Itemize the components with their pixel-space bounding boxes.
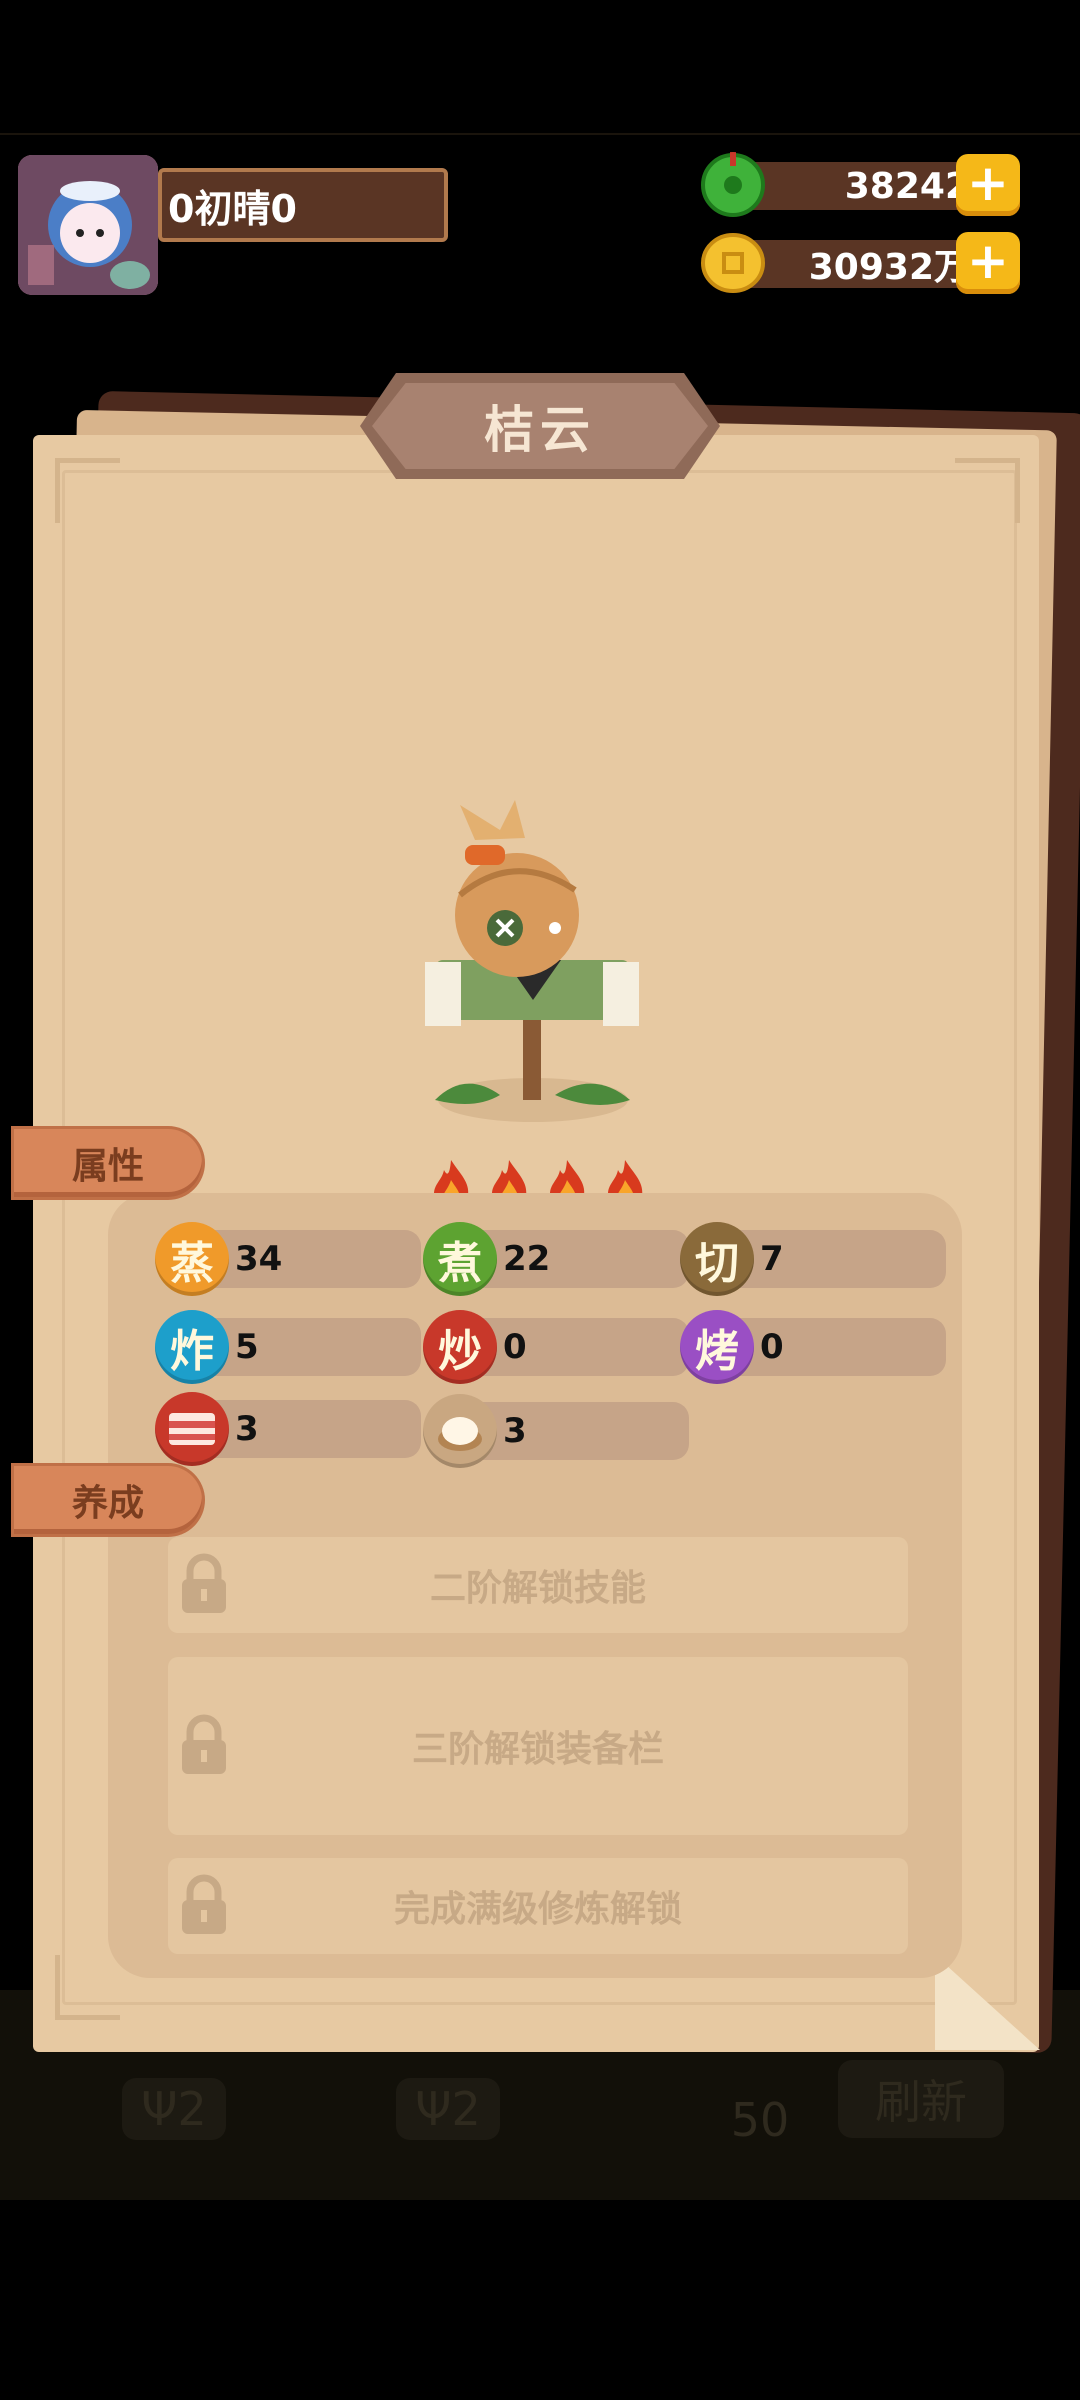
corner-ornament-tr	[955, 458, 1020, 523]
bg-refresh-cost: 50	[730, 2093, 790, 2147]
bg-refresh-button: 刷新	[838, 2060, 1004, 2138]
tab-cultivation[interactable]: 养成	[14, 1466, 202, 1534]
jade-currency: 38242 +	[700, 152, 1020, 217]
player-name: 0初晴0	[158, 168, 448, 242]
lock-skill-label: 二阶解锁技能	[429, 1568, 646, 1609]
character-name: 桔云	[372, 383, 708, 469]
locked-skill-slot: 二阶解锁技能	[168, 1537, 908, 1633]
stat-meat-value: 3	[235, 1409, 259, 1449]
top-divider	[0, 133, 1080, 135]
jade-icon	[701, 152, 765, 217]
bg-cost-b: Ψ2	[396, 2078, 500, 2140]
steam-icon: 蒸	[155, 1222, 229, 1296]
stat-stirfry-value: 0	[503, 1327, 527, 1367]
bg-cost-b-value: 2	[451, 2082, 481, 2136]
bg-cost-a-value: 2	[177, 2082, 207, 2136]
lock-training-label: 完成满级修炼解锁	[393, 1889, 682, 1930]
add-coins-button[interactable]: +	[956, 232, 1020, 294]
stat-boil-value: 22	[503, 1239, 551, 1279]
page-curl	[935, 1955, 1040, 2050]
tab-attributes[interactable]: 属性	[14, 1129, 202, 1197]
boil-icon: 煮	[423, 1222, 497, 1296]
stat-fry-value: 5	[235, 1327, 259, 1367]
coin-amount: 30932万	[730, 240, 990, 288]
lock-equipment-label: 三阶解锁装备栏	[411, 1729, 664, 1770]
avatar-portrait-icon	[18, 155, 158, 295]
add-jade-button[interactable]: +	[956, 154, 1020, 216]
lock-icon	[182, 1553, 226, 1613]
jade-amount: 38242	[730, 162, 990, 210]
roast-icon: 烤	[680, 1310, 754, 1384]
cut-icon: 切	[680, 1222, 754, 1296]
locked-training-slot: 完成满级修炼解锁	[168, 1858, 908, 1954]
stat-steam-value: 34	[235, 1239, 283, 1279]
corner-ornament-bl	[55, 1955, 120, 2020]
scarecrow-character-icon	[425, 800, 639, 1122]
stat-roast-value: 0	[760, 1327, 784, 1367]
lock-icon	[182, 1874, 226, 1934]
dumpling-icon	[423, 1394, 497, 1468]
corner-ornament-tl	[55, 458, 120, 523]
coin-currency: 30932万 +	[700, 232, 1020, 294]
stat-dumpling-value: 3	[503, 1411, 527, 1451]
stat-cut-value: 7	[760, 1239, 784, 1279]
copper-coin-icon	[701, 233, 765, 293]
locked-equipment-slot: 三阶解锁装备栏	[168, 1657, 908, 1835]
bg-cost-a: Ψ2	[122, 2078, 226, 2140]
fry-icon: 炸	[155, 1310, 229, 1384]
meat-icon	[155, 1392, 229, 1466]
lock-icon	[182, 1714, 226, 1774]
stirfry-icon: 炒	[423, 1310, 497, 1384]
player-avatar[interactable]	[18, 155, 158, 295]
